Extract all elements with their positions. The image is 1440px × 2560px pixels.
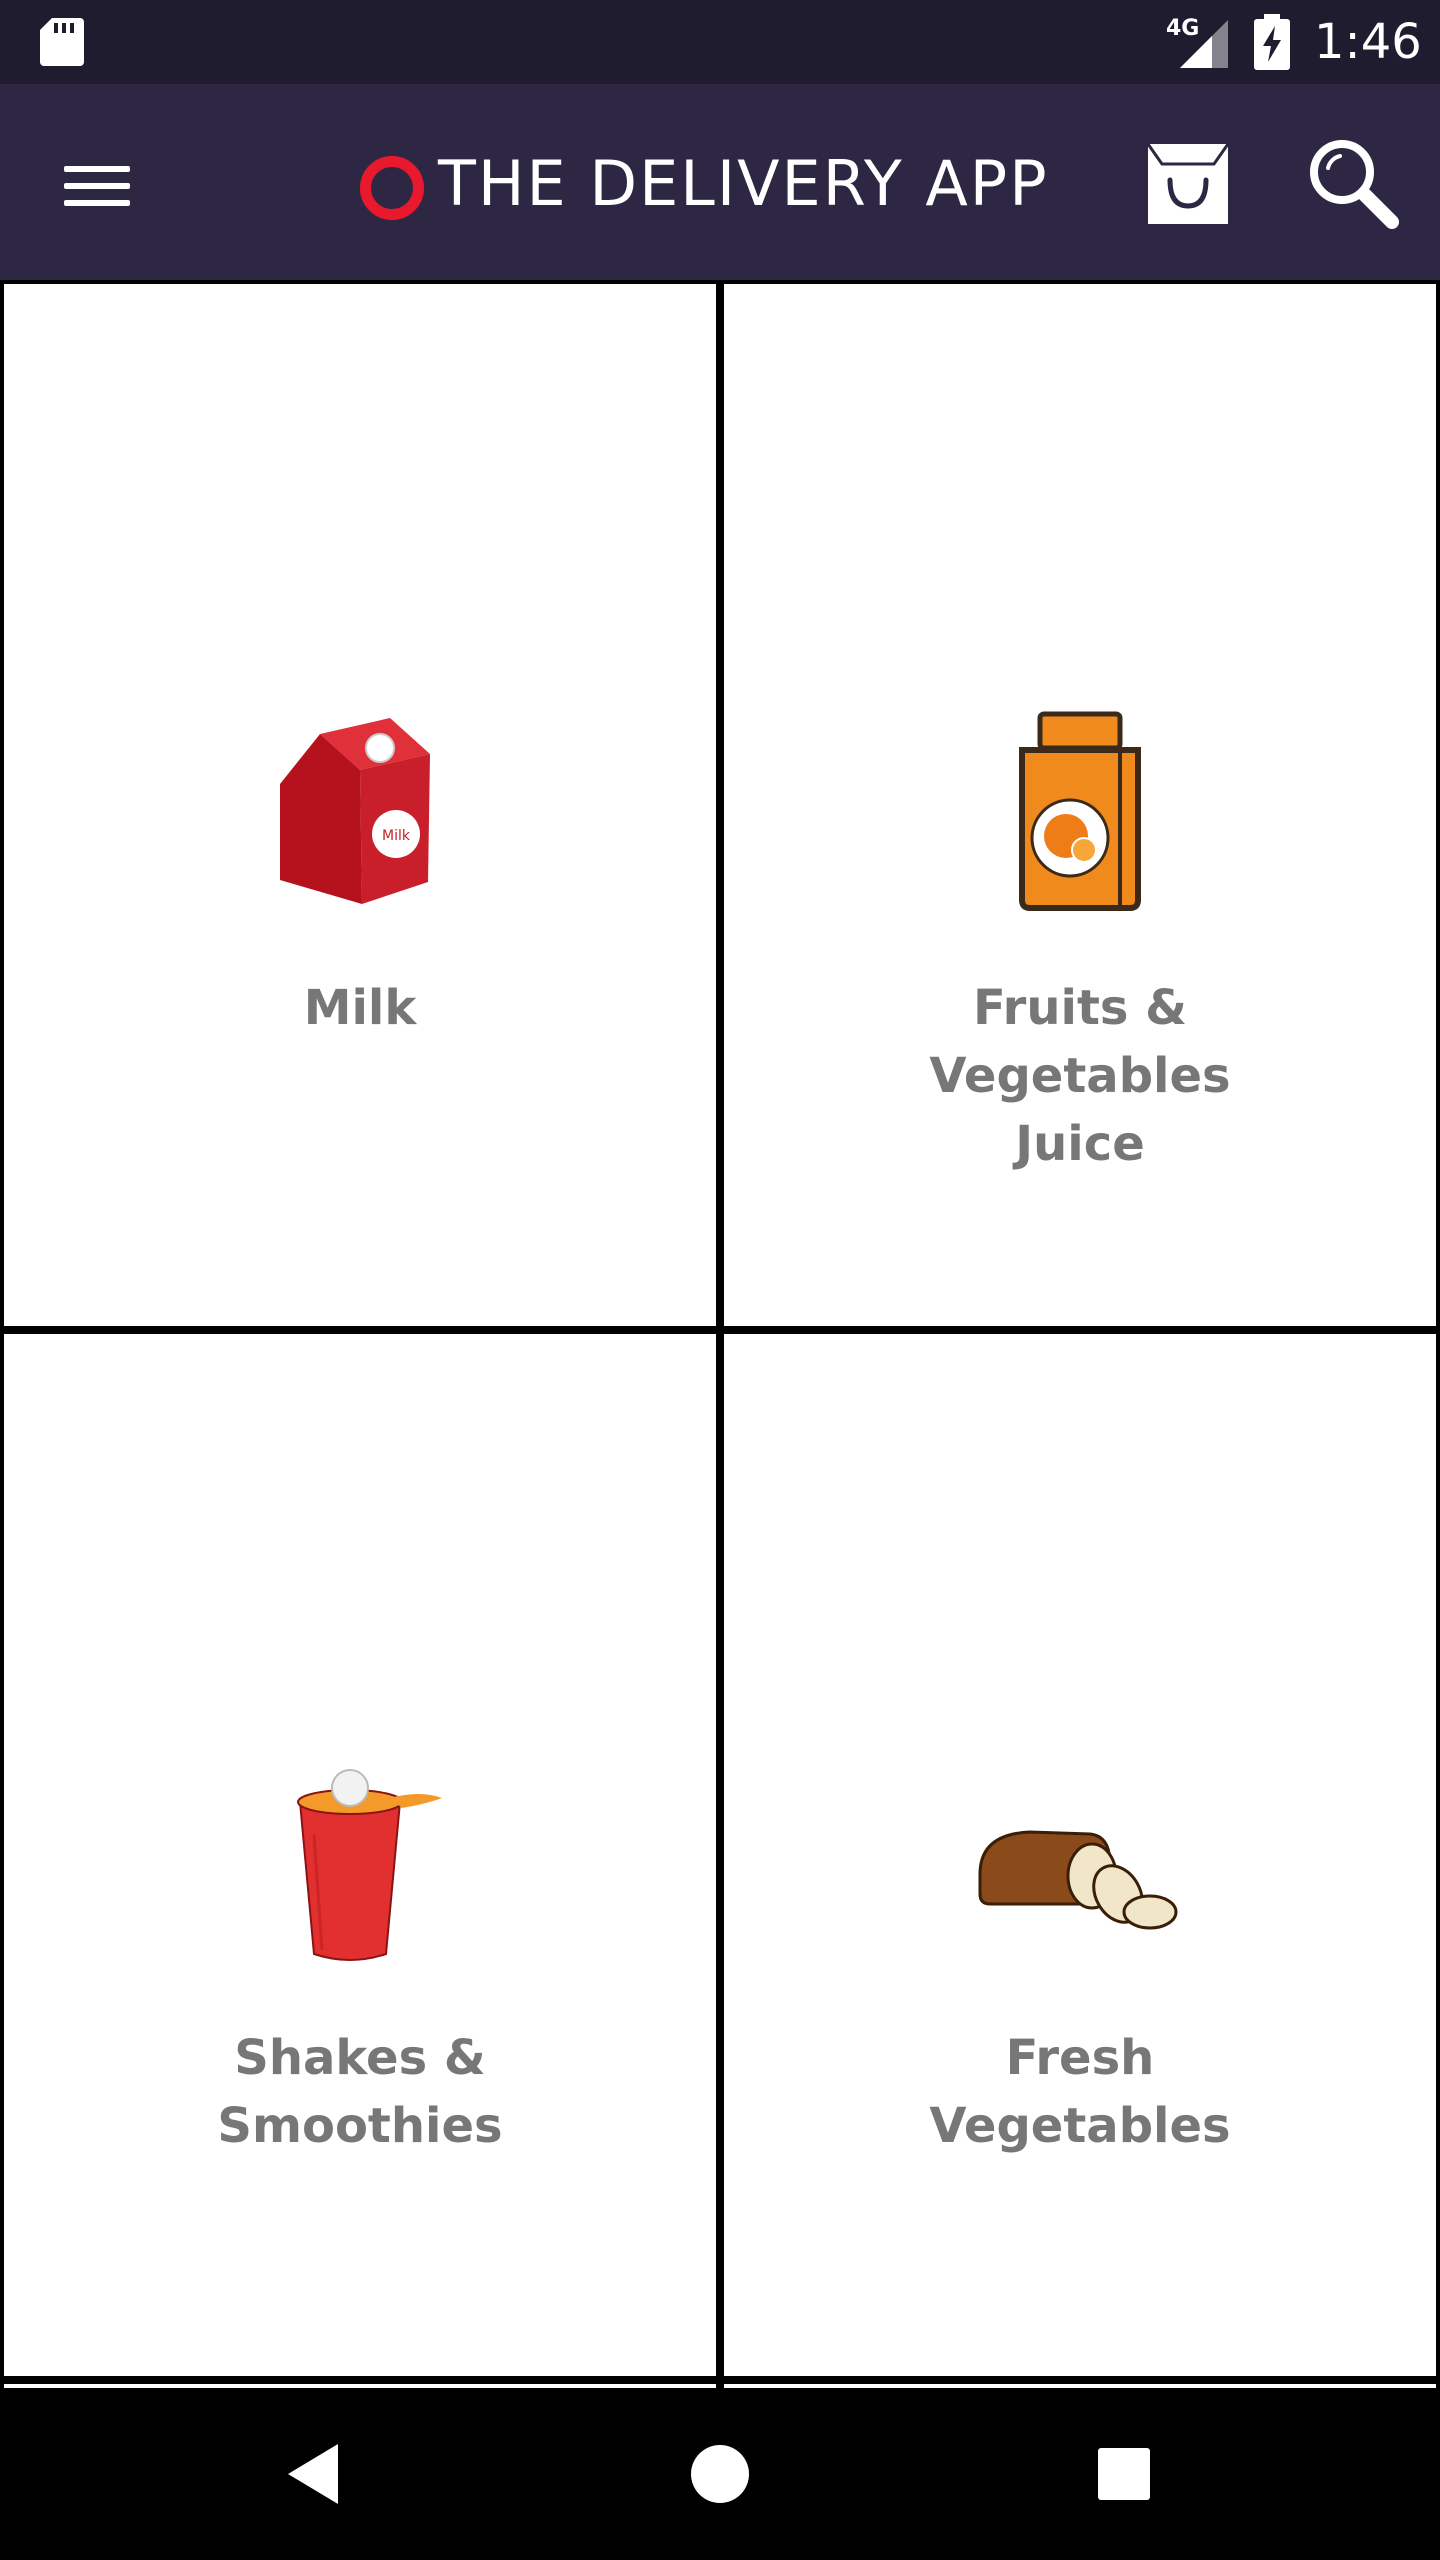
svg-text:Milk: Milk: [382, 828, 411, 844]
juice-carton-icon: [1019, 711, 1141, 911]
category-label: Milk: [303, 980, 417, 1036]
smoothie-cup-icon: [297, 1769, 442, 1961]
sd-card-icon: [40, 18, 84, 66]
status-bar: 4G 1:46: [0, 0, 1440, 84]
system-nav-bar: [0, 2388, 1440, 2560]
search-icon: [1310, 140, 1399, 229]
category-tile-milk[interactable]: Milk Milk: [4, 284, 716, 1326]
back-button[interactable]: [266, 2424, 366, 2524]
shopping-bag-icon: [1146, 143, 1230, 224]
category-grid: Milk Milk Fruits & Vegetables Juice Shak…: [0, 280, 1440, 2388]
signal-icon: [1180, 20, 1228, 68]
category-tile-shakes[interactable]: Shakes & Smoothies: [4, 1334, 716, 2376]
status-clock: 1:46: [1314, 14, 1422, 70]
bread-loaf-icon: [978, 1830, 1178, 1930]
recents-button[interactable]: [1074, 2424, 1174, 2524]
milk-carton-icon: Milk: [280, 718, 430, 904]
category-label: Shakes & Smoothies: [217, 2030, 503, 2154]
category-label: Fruits & Vegetables Juice: [929, 980, 1231, 1172]
battery-charging-icon: [1254, 14, 1290, 70]
home-icon: [691, 2445, 749, 2503]
app-bar: THE DELIVERY APP: [0, 84, 1440, 280]
home-button[interactable]: [670, 2424, 770, 2524]
app-title: THE DELIVERY APP: [438, 147, 1049, 220]
search-button[interactable]: [1304, 134, 1404, 234]
back-icon: [288, 2444, 338, 2504]
menu-button[interactable]: [48, 136, 148, 236]
recents-icon: [1098, 2448, 1150, 2500]
category-tile-juice[interactable]: Fruits & Vegetables Juice: [724, 284, 1436, 1326]
cart-button[interactable]: [1140, 134, 1236, 230]
logo-icon: [360, 156, 424, 220]
category-tile-fresh-vegetables[interactable]: Fresh Vegetables: [724, 1334, 1436, 2376]
category-label: Fresh Vegetables: [929, 2030, 1231, 2154]
